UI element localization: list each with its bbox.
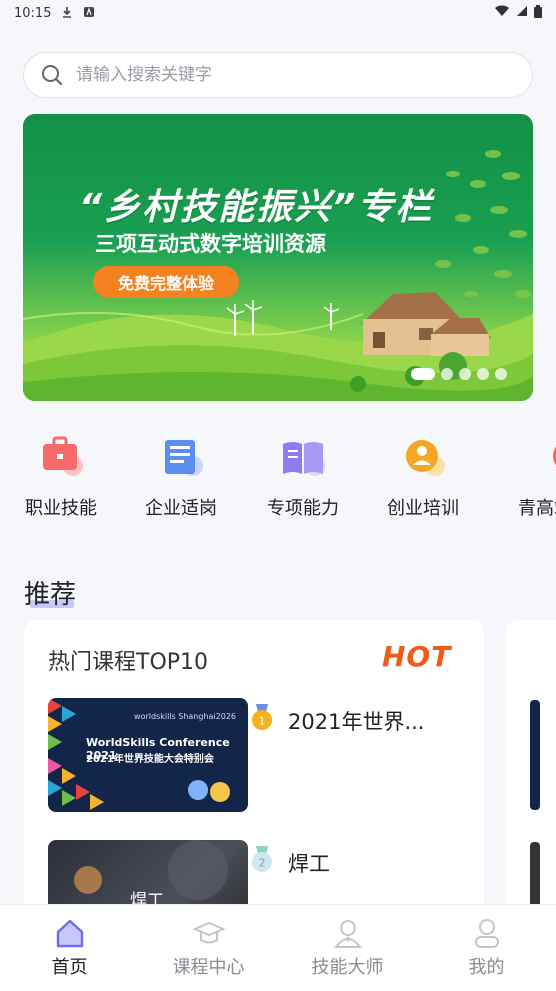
hot-badge: HOT bbox=[382, 640, 452, 673]
course-thumbnail: worldskills Shanghai2026 WorldSkills Con… bbox=[48, 698, 248, 812]
status-right bbox=[494, 4, 542, 22]
tab-skill-master[interactable]: 技能大师 bbox=[278, 905, 417, 991]
bottom-tab-bar: 首页 课程中心 技能大师 我的 bbox=[0, 904, 556, 991]
category-label: 青高端 bbox=[518, 498, 556, 519]
category-label: 企业适岗 bbox=[145, 498, 217, 519]
search-icon bbox=[42, 65, 63, 86]
tab-label: 我的 bbox=[468, 957, 505, 978]
category-label: 创业培训 bbox=[387, 498, 459, 519]
banner-title: “乡村技能振兴”专栏 bbox=[79, 187, 434, 228]
status-left: 10:15 bbox=[14, 6, 95, 21]
tab-course-center[interactable]: 课程中心 bbox=[139, 905, 278, 991]
section-title: 推荐 bbox=[24, 580, 77, 610]
app-notification-icon bbox=[83, 6, 95, 21]
hot-courses-card[interactable]: 热门课程TOP10 HOT worldskills Shanghai2026 W… bbox=[24, 620, 484, 954]
carousel-indicator bbox=[411, 368, 507, 380]
course-name: 2021年世界... bbox=[288, 710, 425, 734]
category-entrepreneurship[interactable]: 创业培训 bbox=[368, 432, 478, 520]
battery-icon bbox=[534, 4, 542, 22]
document-icon bbox=[153, 432, 209, 484]
home-icon bbox=[56, 919, 83, 948]
status-bar: 10:15 bbox=[0, 0, 556, 26]
graduation-cap-icon bbox=[192, 921, 225, 944]
person-badge-icon bbox=[395, 432, 451, 484]
tab-home[interactable]: 首页 bbox=[0, 905, 139, 991]
briefcase-icon bbox=[33, 432, 89, 484]
carousel-dot[interactable] bbox=[477, 368, 489, 380]
course-thumbnail bbox=[530, 842, 540, 912]
rank-number: 2 bbox=[259, 857, 266, 870]
free-trial-button[interactable]: 免费完整体验 bbox=[93, 266, 239, 298]
banner-subtitle: 三项互动式数字培训资源 bbox=[95, 232, 326, 256]
carousel-dot[interactable] bbox=[411, 368, 435, 380]
wifi-icon bbox=[494, 5, 510, 21]
signal-icon bbox=[516, 5, 528, 21]
download-icon bbox=[61, 6, 73, 21]
tag-icon bbox=[517, 432, 556, 484]
master-icon bbox=[333, 920, 362, 948]
tab-mine[interactable]: 我的 bbox=[417, 905, 556, 991]
promo-banner[interactable]: “乡村技能振兴”专栏 三项互动式数字培训资源 免费完整体验 bbox=[23, 114, 533, 401]
category-enterprise-post[interactable]: 企业适岗 bbox=[126, 432, 236, 520]
tab-label: 首页 bbox=[51, 957, 88, 978]
course-thumbnail bbox=[530, 700, 540, 810]
rank-1-medal-icon: 1 bbox=[250, 704, 274, 732]
category-row: 职业技能 企业适岗 专项能力 创业培训 青高 bbox=[0, 432, 556, 522]
rank-number: 1 bbox=[259, 715, 266, 728]
course-item[interactable]: worldskills Shanghai2026 WorldSkills Con… bbox=[48, 698, 468, 812]
carousel-dot[interactable] bbox=[495, 368, 507, 380]
category-label: 职业技能 bbox=[25, 498, 97, 519]
search-bar[interactable] bbox=[23, 52, 533, 98]
next-card-peek[interactable] bbox=[506, 620, 556, 920]
rank-2-medal-icon: 2 bbox=[250, 846, 274, 874]
course-name: 焊工 bbox=[288, 852, 330, 876]
status-time: 10:15 bbox=[14, 5, 52, 21]
search-input[interactable] bbox=[74, 64, 498, 86]
category-high-end[interactable]: 青高端 bbox=[490, 432, 556, 520]
carousel-dot[interactable] bbox=[459, 368, 471, 380]
category-vocational-skills[interactable]: 职业技能 bbox=[6, 432, 116, 520]
user-icon bbox=[474, 919, 499, 948]
category-special-ability[interactable]: 专项能力 bbox=[248, 432, 358, 520]
thumb-brand: worldskills Shanghai2026 bbox=[134, 712, 236, 721]
tab-label: 技能大师 bbox=[311, 957, 384, 978]
thumb-subtitle: 2021年世界技能大会特别会 bbox=[86, 754, 214, 765]
carousel-dot[interactable] bbox=[441, 368, 453, 380]
tab-label: 课程中心 bbox=[172, 957, 245, 978]
book-icon bbox=[275, 432, 331, 484]
category-label: 专项能力 bbox=[267, 498, 339, 519]
card-title: 热门课程TOP10 bbox=[48, 650, 209, 675]
